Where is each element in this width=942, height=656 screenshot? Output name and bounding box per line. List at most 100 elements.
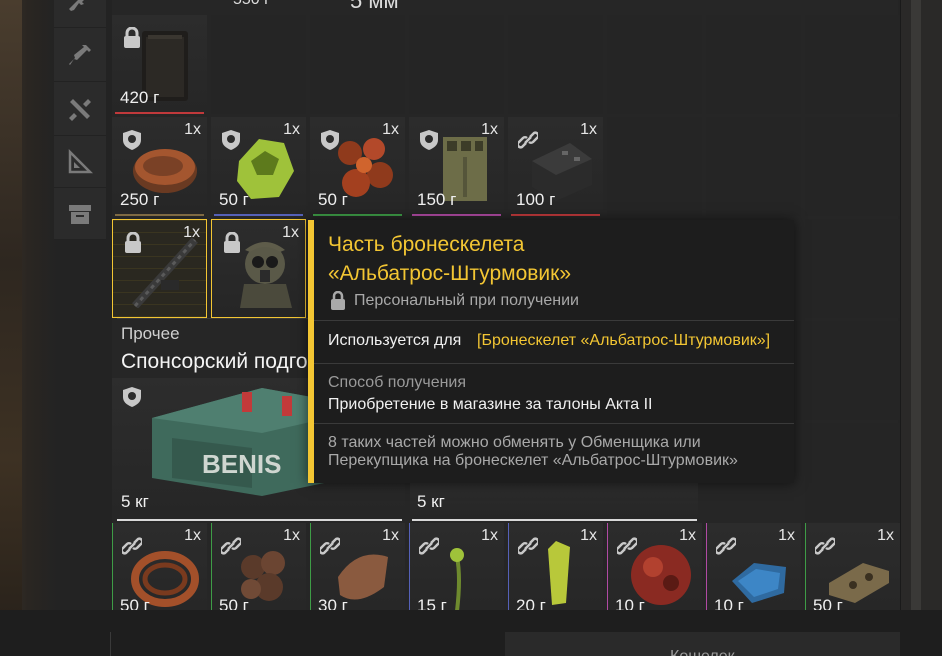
- item-quantity: 1x: [481, 121, 498, 138]
- empty-slot[interactable]: [508, 15, 603, 114]
- clipped-weight: 550 г: [233, 0, 270, 9]
- item-quantity: 1x: [778, 527, 795, 544]
- inventory-item-armor-part-1[interactable]: 1x: [112, 219, 207, 318]
- item-weight: 100 г: [516, 190, 556, 209]
- rarity-edge: [706, 523, 707, 622]
- empty-slot[interactable]: [706, 15, 801, 114]
- inventory-window: { "sidebar": { "items": [ {"icon": "rifl…: [0, 0, 942, 656]
- inventory-item-material[interactable]: 1x 50 г: [805, 523, 900, 622]
- tools-icon: [69, 98, 91, 121]
- rarity-edge: [112, 523, 113, 622]
- item-quantity: 1x: [679, 527, 696, 544]
- rarity-bar: [313, 523, 402, 525]
- clipped-caliber: 5 мм: [350, 0, 399, 13]
- empty-slot[interactable]: [607, 117, 702, 216]
- item-quantity: 1x: [382, 527, 399, 544]
- scrollbar-thumb[interactable]: [911, 0, 921, 610]
- sidebar-item-storage[interactable]: [54, 188, 106, 240]
- sidebar-item-crafting[interactable]: [54, 136, 106, 188]
- rarity-bar: [511, 523, 600, 525]
- item-weight: 420 г: [120, 88, 160, 107]
- storage-box-icon: [69, 204, 91, 224]
- shield-icon: [123, 387, 141, 407]
- empty-slot[interactable]: [706, 117, 801, 216]
- panel-divider: [110, 632, 111, 656]
- sidebar-item-tools[interactable]: [54, 84, 106, 136]
- item-weight: 5 кг: [417, 492, 445, 511]
- empty-slot[interactable]: [409, 15, 504, 114]
- item-quantity: 1x: [580, 121, 597, 138]
- tooltip-source-value: Приобретение в магазине за талоны Акта I…: [328, 396, 653, 413]
- inventory-item-material[interactable]: 1x 15 г: [409, 523, 504, 622]
- inventory-item-material[interactable]: 1x 30 г: [310, 523, 405, 622]
- rarity-edge: [310, 523, 311, 622]
- empty-slot[interactable]: [607, 15, 702, 114]
- empty-slot[interactable]: [805, 321, 900, 420]
- wallet-tab-label: Кошелек: [670, 648, 735, 656]
- rarity-bar: [610, 523, 699, 525]
- section-title: Спонсорский подго: [121, 350, 308, 373]
- rarity-bar: [412, 523, 501, 525]
- empty-slot[interactable]: [805, 117, 900, 216]
- rarity-bar: [709, 523, 798, 525]
- inventory-item-armor-part-2[interactable]: 1x: [211, 219, 306, 318]
- ruler-triangle-icon: [68, 148, 94, 173]
- item-underline: [117, 519, 402, 521]
- inventory-item-case[interactable]: 420 г: [112, 15, 207, 114]
- empty-slot[interactable]: [805, 15, 900, 114]
- rarity-edge: [409, 523, 410, 622]
- tooltip-source-label: Способ получения: [328, 374, 467, 391]
- svg-text:BENIS: BENIS: [202, 449, 281, 479]
- soldier-image: [240, 242, 292, 308]
- syringe-icon: [69, 44, 91, 65]
- item-quantity: 1x: [283, 121, 300, 138]
- item-quantity: 1x: [184, 527, 201, 544]
- item-quantity: 1x: [580, 527, 597, 544]
- inventory-item-material[interactable]: 1x 50 г: [112, 523, 207, 622]
- empty-slot[interactable]: [211, 15, 306, 114]
- rarity-bar: [511, 214, 600, 216]
- tooltip-title-line1: Часть бронескелета: [328, 233, 525, 256]
- rarity-bar: [115, 112, 204, 114]
- inventory-item-crystal[interactable]: 1x 50 г: [211, 117, 306, 216]
- sidebar-item-weapons[interactable]: [54, 0, 106, 28]
- tooltip-used-for-label: Используется для: [328, 332, 462, 349]
- rarity-edge: [805, 523, 806, 622]
- item-quantity: 1x: [184, 121, 201, 138]
- item-weight: 150 г: [417, 190, 457, 209]
- inventory-item-material[interactable]: 1x 10 г: [607, 523, 702, 622]
- tooltip-divider: [314, 363, 794, 364]
- tooltip-title: Часть бронескелета «Альбатрос-Штурмовик»: [328, 230, 748, 288]
- item-weight: 50 г: [219, 190, 249, 209]
- tooltip-note: 8 таких частей можно обменять у Обменщик…: [328, 434, 738, 469]
- inventory-item-material[interactable]: 1x 10 г: [706, 523, 801, 622]
- tooltip-used-for-value[interactable]: [Бронескелет «Альбатрос-Штурмовик»]: [477, 332, 770, 350]
- inventory-item-container[interactable]: 1x 150 г: [409, 117, 504, 216]
- tooltip-divider: [314, 320, 794, 321]
- inventory-item-cluster[interactable]: 1x 50 г: [310, 117, 405, 216]
- rarity-bar: [808, 523, 897, 525]
- inventory-item-disc[interactable]: 1x 250 г: [112, 117, 207, 216]
- item-weight: 250 г: [120, 190, 160, 209]
- empty-slot[interactable]: [805, 423, 900, 522]
- rarity-edge: [607, 523, 608, 622]
- item-quantity: 1x: [481, 527, 498, 544]
- item-quantity: 1x: [183, 224, 200, 241]
- inventory-item-battery[interactable]: 1x 100 г: [508, 117, 603, 216]
- scrollbar-track[interactable]: [900, 0, 942, 610]
- inventory-item-material[interactable]: 1x 50 г: [211, 523, 306, 622]
- inventory-item-second-box[interactable]: 5 кг: [410, 480, 698, 518]
- rarity-bar: [214, 214, 303, 216]
- item-tooltip: Часть бронескелета «Альбатрос-Штурмовик»…: [308, 220, 794, 483]
- tooltip-divider: [314, 423, 794, 424]
- item-quantity: 1x: [283, 527, 300, 544]
- rarity-bar: [115, 523, 204, 525]
- empty-slot[interactable]: [805, 219, 900, 318]
- item-quantity: 1x: [282, 224, 299, 241]
- inventory-item-material[interactable]: 1x 20 г: [508, 523, 603, 622]
- item-weight: 5 кг: [121, 492, 149, 511]
- empty-slot[interactable]: [310, 15, 405, 114]
- background-left: [0, 0, 22, 656]
- sidebar-item-medical[interactable]: [54, 30, 106, 82]
- item-quantity: 1x: [382, 121, 399, 138]
